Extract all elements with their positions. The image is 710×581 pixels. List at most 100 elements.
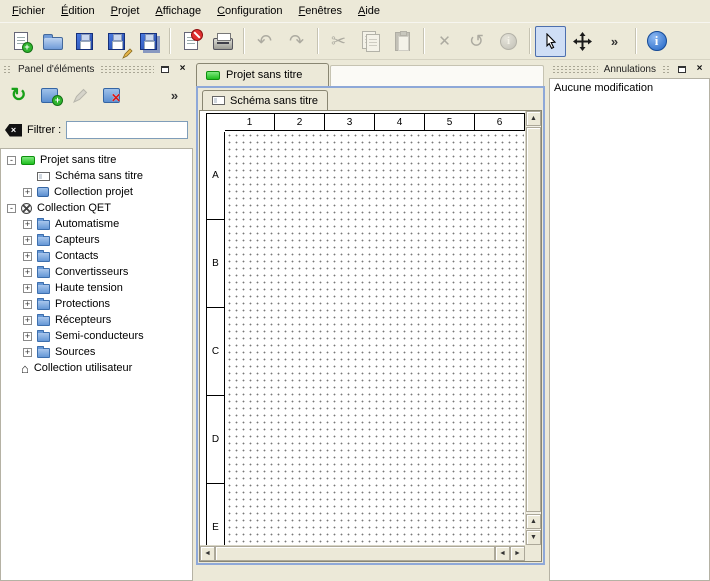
reload-collections-button[interactable]: ↻ [5,82,32,109]
expand-expander[interactable]: + [23,220,32,229]
close-panel-button[interactable]: × [175,62,190,76]
undo-history-list[interactable]: Aucune modification [549,78,710,581]
save-button[interactable] [69,26,100,57]
folder-icon [37,252,50,262]
close-file-button[interactable] [175,26,206,57]
toolbar-overflow-button[interactable]: » [599,26,630,57]
undo-empty-item[interactable]: Aucune modification [550,79,709,97]
copy-button[interactable] [355,26,386,57]
tab-schema-sans-titre[interactable]: Schéma sans titre [202,90,328,110]
menu-configuration[interactable]: Configuration [209,2,290,21]
redo-button[interactable]: ↷ [281,26,312,57]
element-info-button[interactable]: i [493,26,524,57]
clear-filter-button[interactable]: × [5,124,22,137]
tab-projet-sans-titre[interactable]: Projet sans titre [196,63,329,86]
menu-edition[interactable]: Édition [53,2,103,21]
elements-panel-titlebar[interactable]: Panel d'éléments × [0,60,193,78]
save-all-button[interactable] [133,26,164,57]
pan-mode-button[interactable] [567,26,598,57]
expand-expander[interactable]: + [23,348,32,357]
expand-expander[interactable]: + [23,300,32,309]
expand-expander[interactable]: + [23,252,32,261]
main-area: Panel d'éléments × ↻ + ✕ » × Filtre [0,60,710,581]
schema-tab-label: Schéma sans titre [230,95,318,107]
scroll-right-button[interactable]: ► [510,546,525,561]
dock-grip[interactable] [3,65,12,74]
column-header: 3 [325,114,375,130]
column-header: 4 [375,114,425,130]
expand-expander[interactable]: + [23,268,32,277]
schema-view[interactable]: 1 2 3 4 5 6 A B C D E [199,110,542,562]
tree-item-convertisseurs[interactable]: + Convertisseurs [1,264,192,280]
tree-item-sources[interactable]: + Sources [1,344,192,360]
grid-dots [226,132,524,545]
float-panel-button[interactable] [157,62,172,76]
menu-affichage[interactable]: Affichage [147,2,209,21]
vertical-scroll-thumb[interactable] [526,127,541,512]
expand-expander[interactable]: + [23,188,32,197]
menu-projet[interactable]: Projet [103,2,148,21]
cut-button[interactable]: ✂ [323,26,354,57]
tree-item-label: Projet sans titre [40,154,116,166]
elements-panel-toolbar: ↻ + ✕ » [0,78,193,112]
tree-item-collection-utilisateur[interactable]: ⌂ Collection utilisateur [1,360,192,376]
collapse-expander[interactable]: - [7,204,16,213]
paste-button[interactable] [387,26,418,57]
diagram-frame: 1 2 3 4 5 6 A B C D E [206,113,525,545]
tree-item-recepteurs[interactable]: + Récepteurs [1,312,192,328]
panel-overflow-button[interactable]: » [161,82,188,109]
tree-item-label: Sources [55,346,95,358]
tree-item-contacts[interactable]: + Contacts [1,248,192,264]
menu-fenetres[interactable]: Fenêtres [291,2,350,21]
delete-element-button[interactable]: ✕ [98,82,125,109]
tree-item-semi-conducteurs[interactable]: + Semi-conducteurs [1,328,192,344]
horizontal-scrollbar[interactable]: ◄ ◄ ► [200,545,525,561]
tree-item-haute-tension[interactable]: + Haute tension [1,280,192,296]
scroll-up-button[interactable]: ▲ [526,514,541,529]
vertical-scrollbar[interactable]: ▲ ▲ ▼ [525,111,541,545]
scroll-left-button[interactable]: ◄ [495,546,510,561]
horizontal-scroll-thumb[interactable] [215,546,495,561]
save-as-button[interactable] [101,26,132,57]
new-file-button[interactable]: + [5,26,36,57]
tree-item-schema[interactable]: Schéma sans titre [1,168,192,184]
tree-item-protections[interactable]: + Protections [1,296,192,312]
rotate-button[interactable]: ↺ [461,26,492,57]
move-cross-icon [572,31,593,52]
tree-item-project[interactable]: - Projet sans titre [1,152,192,168]
expand-expander[interactable]: + [23,284,32,293]
tree-item-collection-qet[interactable]: - Collection QET [1,200,192,216]
expand-expander[interactable]: + [23,332,32,341]
schema-canvas[interactable]: 1 2 3 4 5 6 A B C D E [200,111,525,545]
delete-button[interactable]: ✕ [429,26,460,57]
close-document-icon [184,32,198,50]
tree-item-capteurs[interactable]: + Capteurs [1,232,192,248]
tabbar-empty-area [330,65,544,86]
chevron-overflow-icon: » [607,34,622,49]
dock-grip[interactable] [662,65,671,74]
scroll-down-button[interactable]: ▼ [526,530,541,545]
menu-fichier[interactable]: Fichier [4,2,53,21]
float-panel-button[interactable] [674,62,689,76]
open-file-button[interactable] [37,26,68,57]
scroll-left-button[interactable]: ◄ [200,546,215,561]
filter-input[interactable] [66,121,188,139]
expand-expander[interactable]: + [23,316,32,325]
tree-item-automatisme[interactable]: + Automatisme [1,216,192,232]
new-element-button[interactable]: + [36,82,63,109]
undo-button[interactable]: ↶ [249,26,280,57]
scroll-up-button[interactable]: ▲ [526,111,541,126]
tree-item-collection-projet[interactable]: + Collection projet [1,184,192,200]
plus-badge-icon: + [52,95,63,106]
about-button[interactable]: i [641,26,672,57]
menu-aide[interactable]: Aide [350,2,388,21]
collapse-expander[interactable]: - [7,156,16,165]
expand-expander[interactable]: + [23,236,32,245]
dock-grip[interactable] [552,65,598,74]
print-button[interactable] [207,26,238,57]
dock-grip[interactable] [100,65,154,74]
edit-element-button[interactable] [67,82,94,109]
undo-panel-titlebar[interactable]: Annulations × [549,60,710,78]
close-panel-button[interactable]: × [692,62,707,76]
select-mode-button[interactable] [535,26,566,57]
